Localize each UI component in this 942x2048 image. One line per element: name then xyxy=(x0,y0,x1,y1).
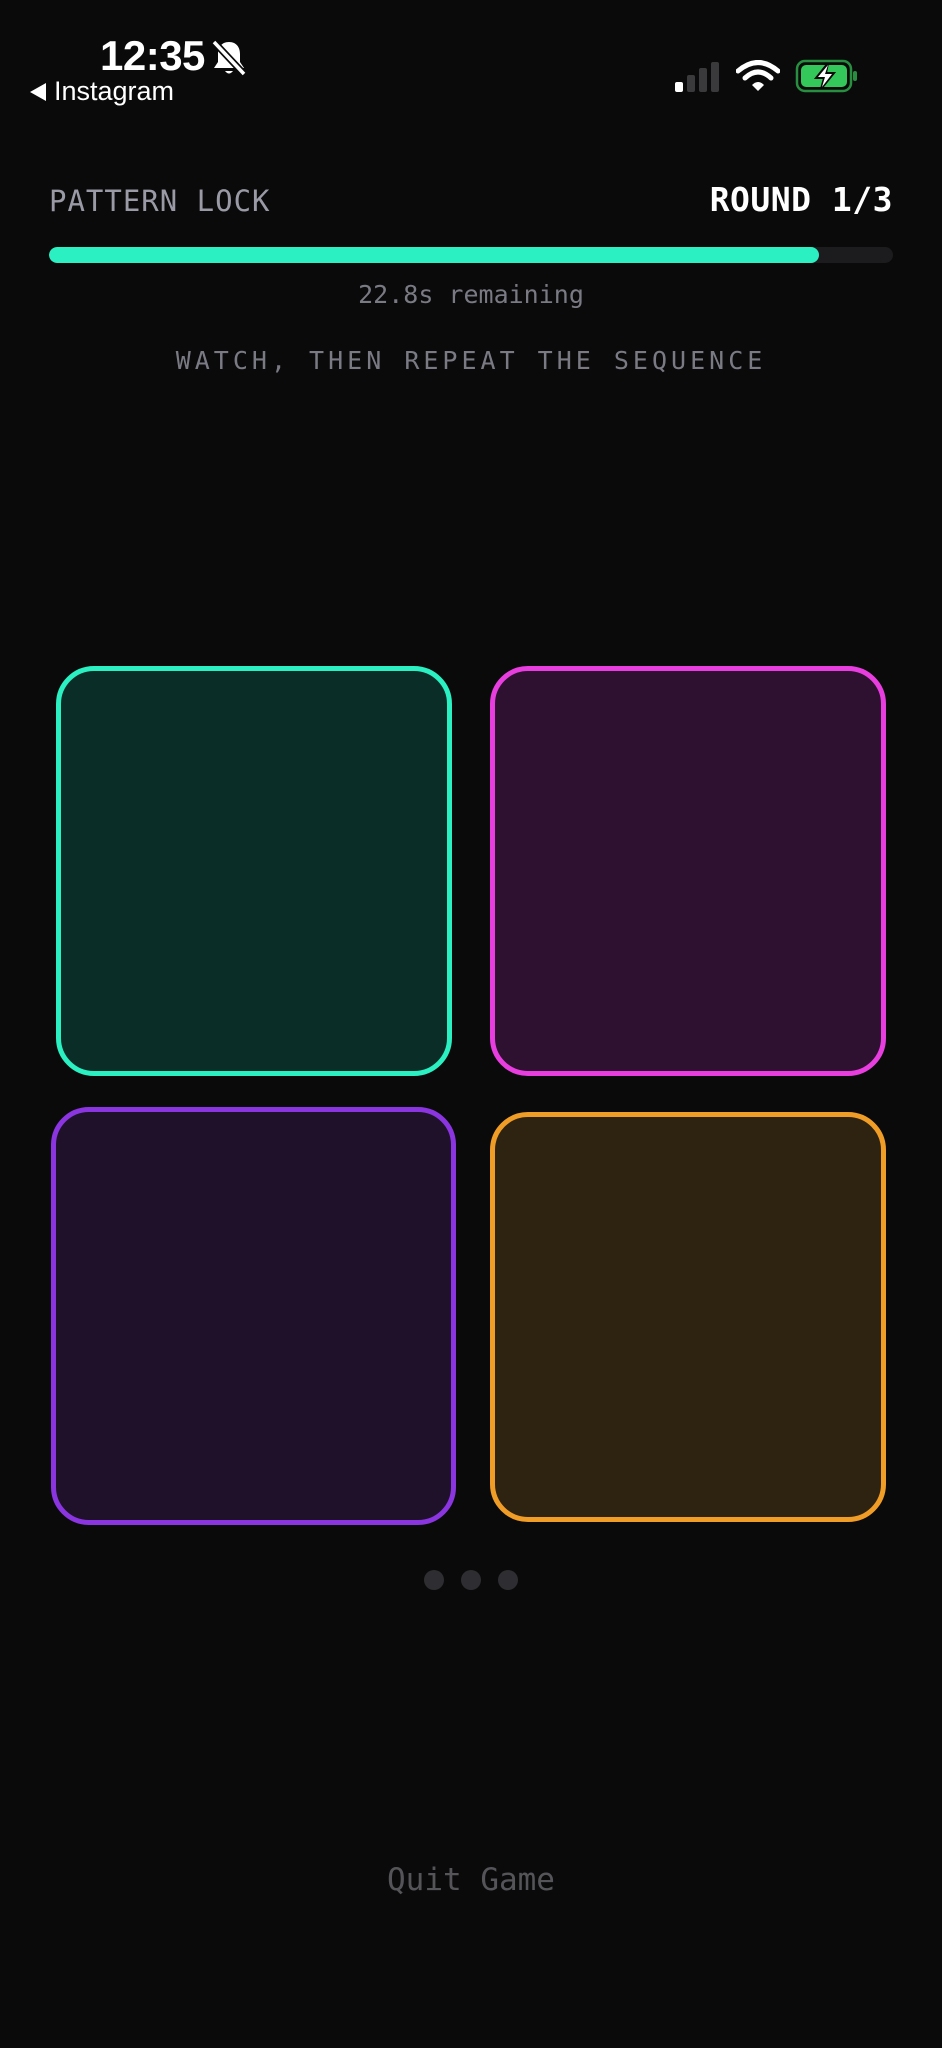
pad-teal[interactable] xyxy=(56,666,452,1076)
instruction-text: WATCH, THEN REPEAT THE SEQUENCE xyxy=(175,346,767,375)
bell-slash-icon xyxy=(211,39,247,77)
back-to-instagram-link[interactable]: Instagram xyxy=(30,76,174,107)
back-link-label: Instagram xyxy=(54,76,175,106)
wifi-icon xyxy=(736,60,780,91)
round-indicator: ROUND 1/3 xyxy=(709,180,893,219)
pad-pink[interactable] xyxy=(490,666,886,1076)
sequence-dot xyxy=(498,1570,518,1590)
back-arrow-icon xyxy=(30,82,46,101)
sequence-progress-dots xyxy=(0,1570,942,1590)
battery-charging-icon xyxy=(795,59,857,93)
timer-progress-fill xyxy=(49,247,819,263)
game-title: PATTERN LOCK xyxy=(49,184,271,218)
timer-progress-bar xyxy=(49,247,893,263)
sequence-dot xyxy=(461,1570,481,1590)
status-time: 12:35 xyxy=(100,32,205,79)
sequence-dot xyxy=(424,1570,444,1590)
time-remaining: 22.8s remaining xyxy=(358,280,584,309)
pad-orange[interactable] xyxy=(490,1112,886,1522)
pad-purple[interactable] xyxy=(51,1107,456,1525)
quit-game-button[interactable]: Quit Game xyxy=(0,1862,942,1898)
cellular-signal-icon xyxy=(675,62,719,92)
